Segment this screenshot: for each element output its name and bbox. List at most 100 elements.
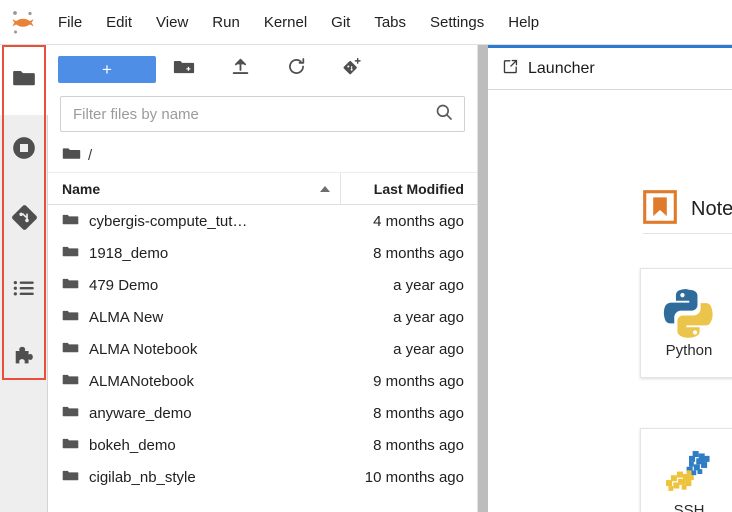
external-link-icon bbox=[502, 58, 519, 80]
file-name: ALMA New bbox=[89, 308, 164, 326]
file-filter-box[interactable] bbox=[60, 96, 465, 132]
table-row[interactable]: cigilab_nb_style 10 months ago bbox=[48, 461, 477, 493]
column-header-name-label: Name bbox=[62, 180, 101, 197]
column-header-name[interactable]: Name bbox=[48, 173, 341, 204]
folder-icon bbox=[62, 144, 81, 168]
folder-icon bbox=[62, 243, 79, 264]
launcher-card-python[interactable]: Python bbox=[640, 268, 732, 378]
upload-icon bbox=[230, 56, 251, 82]
menu-item-file[interactable]: File bbox=[46, 10, 94, 35]
python-logo-icon bbox=[660, 285, 718, 348]
file-name: ALMANotebook bbox=[89, 372, 195, 390]
folder-icon bbox=[62, 339, 79, 360]
file-modified: a year ago bbox=[393, 308, 464, 326]
table-row[interactable]: cybergis-compute_tut… 4 months ago bbox=[48, 205, 477, 237]
git-diamond-icon bbox=[11, 204, 38, 236]
file-list: cybergis-compute_tut… 4 months ago 1918_… bbox=[48, 205, 477, 493]
sidebar-item-running-terminals[interactable] bbox=[0, 115, 48, 185]
sort-ascending-icon bbox=[320, 185, 330, 192]
menu-item-kernel[interactable]: Kernel bbox=[252, 10, 319, 35]
file-name: 479 Demo bbox=[89, 276, 159, 294]
column-header-last-modified[interactable]: Last Modified bbox=[341, 173, 477, 204]
menu-item-settings[interactable]: Settings bbox=[418, 10, 496, 35]
table-row[interactable]: ALMA Notebook a year ago bbox=[48, 333, 477, 365]
menu-item-view[interactable]: View bbox=[144, 10, 200, 35]
table-row[interactable]: ALMA New a year ago bbox=[48, 301, 477, 333]
file-browser-panel: + Filter files by name / Name Last Modif… bbox=[48, 45, 478, 512]
sidebar-item-extension-manager[interactable] bbox=[0, 325, 48, 395]
new-checkpoint-button[interactable] bbox=[324, 51, 380, 87]
folder-icon bbox=[62, 275, 79, 296]
menu-bar: File Edit View Run Kernel Git Tabs Setti… bbox=[0, 0, 732, 45]
ssh-fractal-icon bbox=[660, 445, 718, 508]
file-modified: 8 months ago bbox=[373, 436, 464, 454]
new-launcher-button[interactable]: + bbox=[58, 55, 156, 83]
launcher-section-title: Notebook bbox=[691, 198, 732, 220]
refresh-button[interactable] bbox=[268, 51, 324, 87]
menu-item-run[interactable]: Run bbox=[200, 10, 252, 35]
menu-item-help[interactable]: Help bbox=[496, 10, 551, 35]
menu-item-git[interactable]: Git bbox=[319, 10, 362, 35]
upload-button[interactable] bbox=[212, 51, 268, 87]
file-name: cigilab_nb_style bbox=[89, 468, 196, 486]
folder-icon bbox=[62, 467, 79, 488]
file-name: anyware_demo bbox=[89, 404, 192, 422]
folder-icon bbox=[62, 307, 79, 328]
launcher-section-notebook: Notebook bbox=[643, 190, 732, 229]
puzzle-piece-icon bbox=[11, 344, 38, 376]
table-row[interactable]: 1918_demo 8 months ago bbox=[48, 237, 477, 269]
stop-circle-icon bbox=[11, 135, 37, 166]
tab-launcher[interactable]: Launcher bbox=[488, 48, 609, 89]
folder-icon bbox=[62, 211, 79, 232]
main-area: Launcher Notebook bbox=[488, 45, 732, 512]
launcher-body: Notebook Python bbox=[488, 90, 732, 512]
table-row[interactable]: bokeh_demo 8 months ago bbox=[48, 429, 477, 461]
tab-bar: Launcher bbox=[488, 48, 732, 90]
menu-item-tabs[interactable]: Tabs bbox=[362, 10, 418, 35]
sidebar-item-file-browser[interactable] bbox=[0, 45, 48, 115]
sidebar-item-table-of-contents[interactable] bbox=[0, 255, 48, 325]
new-folder-button[interactable] bbox=[156, 51, 212, 87]
file-name: 1918_demo bbox=[89, 244, 169, 262]
menu-item-edit[interactable]: Edit bbox=[94, 10, 144, 35]
folder-icon bbox=[11, 65, 37, 96]
file-list-header: Name Last Modified bbox=[48, 173, 477, 205]
list-icon bbox=[11, 275, 37, 306]
panel-splitter[interactable] bbox=[478, 45, 488, 512]
notebook-bookmark-icon bbox=[643, 190, 677, 229]
folder-icon bbox=[62, 371, 79, 392]
table-row[interactable]: ALMANotebook 9 months ago bbox=[48, 365, 477, 397]
file-modified: 8 months ago bbox=[373, 404, 464, 422]
file-modified: 4 months ago bbox=[373, 212, 464, 230]
file-modified: a year ago bbox=[393, 276, 464, 294]
section-divider bbox=[643, 233, 732, 234]
tab-label: Launcher bbox=[528, 59, 595, 77]
file-modified: 9 months ago bbox=[373, 372, 464, 390]
new-git-checkpoint-icon bbox=[341, 56, 363, 83]
column-header-last-modified-label: Last Modified bbox=[373, 180, 464, 197]
file-modified: a year ago bbox=[393, 340, 464, 358]
jupyter-logo-icon bbox=[0, 0, 46, 45]
folder-icon bbox=[62, 435, 79, 456]
launcher-card-ssh[interactable]: SSH bbox=[640, 428, 732, 512]
file-name: cybergis-compute_tut… bbox=[89, 212, 248, 230]
folder-icon bbox=[62, 403, 79, 424]
table-row[interactable]: anyware_demo 8 months ago bbox=[48, 397, 477, 429]
breadcrumb-root[interactable]: / bbox=[88, 147, 92, 164]
left-sidebar-rail bbox=[0, 45, 48, 512]
file-name: ALMA Notebook bbox=[89, 340, 198, 358]
file-name: bokeh_demo bbox=[89, 436, 176, 454]
launcher-card-label: SSH bbox=[673, 502, 705, 512]
file-modified: 10 months ago bbox=[364, 468, 464, 486]
file-browser-toolbar: + bbox=[48, 45, 477, 93]
file-modified: 8 months ago bbox=[373, 244, 464, 262]
refresh-icon bbox=[286, 56, 307, 82]
sidebar-item-git[interactable] bbox=[0, 185, 48, 255]
breadcrumb[interactable]: / bbox=[48, 139, 477, 173]
search-icon[interactable] bbox=[434, 102, 454, 127]
search-input[interactable] bbox=[73, 105, 434, 123]
jupyterlab-window: File Edit View Run Kernel Git Tabs Setti… bbox=[0, 0, 732, 512]
launcher-card-label: Python bbox=[665, 342, 713, 359]
table-row[interactable]: 479 Demo a year ago bbox=[48, 269, 477, 301]
new-folder-icon bbox=[173, 56, 195, 83]
